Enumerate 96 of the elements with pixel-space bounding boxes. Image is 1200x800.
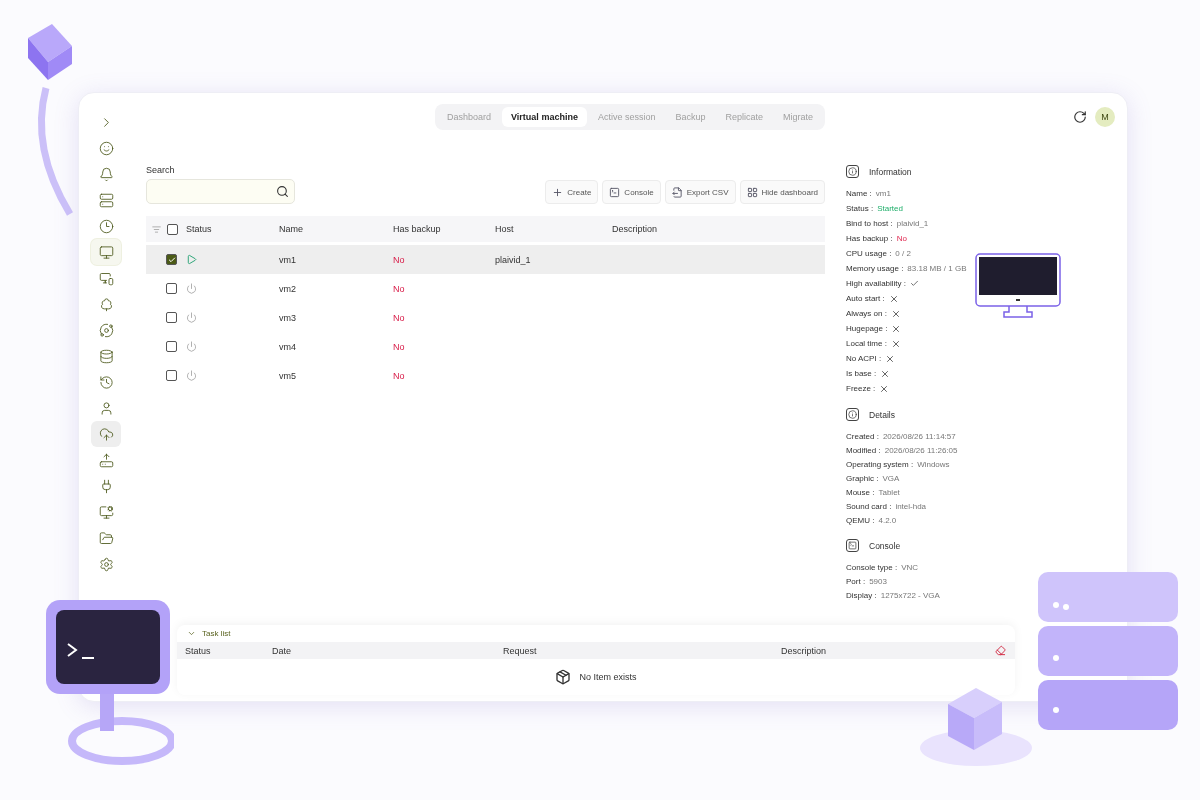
table-cell-text: vm1: [279, 254, 297, 265]
table-cell-text: No: [393, 312, 406, 323]
table-cell-text: No: [393, 283, 406, 294]
info-field: Sound card : intel-hda: [846, 499, 1127, 513]
info-field: Auto start :: [846, 291, 1127, 306]
tab[interactable]: Virtual machine: [502, 107, 587, 127]
column-header: Status: [185, 645, 212, 656]
info-field: Operating system : Windows: [846, 457, 1127, 471]
cloud-upload-icon: [98, 426, 114, 442]
smile-icon: [98, 140, 114, 156]
section-title: Console: [869, 540, 901, 551]
column-header: Status: [186, 224, 213, 234]
column-header: Date: [272, 645, 292, 656]
info-field: Always on :: [846, 306, 1127, 321]
info-field: Created : 2026/08/26 11:14:57: [846, 429, 1127, 443]
info-field: Name : vm1: [846, 186, 1127, 201]
check-icon: [167, 255, 176, 264]
history-icon: [98, 374, 114, 390]
table-row[interactable]: vm1 No plaivid_1: [146, 245, 825, 274]
create-button[interactable]: Create: [545, 180, 599, 204]
row-checkbox[interactable]: [166, 283, 177, 294]
select-all-checkbox[interactable]: [167, 223, 178, 235]
sidebar-item[interactable]: [91, 239, 121, 265]
table-cell-text: vm5: [279, 370, 297, 381]
bell-icon: [98, 166, 114, 182]
info-field: Display : 1275x722 - VGA: [846, 588, 1127, 602]
column-header: Name: [279, 224, 304, 234]
settings-icon: [98, 556, 114, 572]
info-field: Status : Started: [846, 201, 1127, 216]
info-icon: [846, 408, 859, 421]
table-cell-text: plaivid_1: [495, 254, 532, 265]
search-field[interactable]: [146, 179, 295, 204]
orbit-icon: [98, 322, 114, 338]
file-export-icon: [671, 186, 683, 198]
table-cell-text: vm2: [279, 283, 297, 294]
info-field: No ACPI :: [846, 351, 1127, 366]
sort-icon[interactable]: [152, 224, 161, 234]
info-icon: [846, 165, 859, 178]
info-field: Mouse : Tablet: [846, 485, 1127, 499]
empty-box-icon: [555, 669, 572, 685]
info-field: QEMU : 4.2.0: [846, 513, 1127, 527]
column-header: Has backup: [393, 224, 442, 234]
row-checkbox[interactable]: [166, 312, 177, 323]
info-field: Is base :: [846, 366, 1127, 381]
tree-icon: [98, 296, 114, 312]
drive-icon: [98, 452, 114, 468]
server-icon: [98, 192, 114, 208]
export-csv-button[interactable]: Export CSV: [664, 180, 736, 204]
info-field: Has backup : No: [846, 231, 1127, 246]
console-icon: [846, 539, 859, 552]
table-cell-text: No: [393, 254, 406, 265]
section-title: Information: [869, 166, 912, 177]
section-title: Details: [869, 409, 895, 420]
folder-icon: [98, 530, 114, 546]
clear-icon[interactable]: [995, 645, 1006, 656]
sidebar-item[interactable]: [91, 421, 121, 447]
row-checkbox[interactable]: [166, 254, 177, 265]
task-list-toggle[interactable]: Task list: [177, 625, 241, 642]
row-checkbox[interactable]: [166, 370, 177, 381]
info-field: Hugepage :: [846, 321, 1127, 336]
column-header: Description: [781, 645, 828, 656]
search-icon: [276, 185, 289, 198]
table-cell-text: vm4: [279, 341, 297, 352]
hide-dashboard-button[interactable]: Hide dashboard: [739, 180, 825, 204]
table-cell-text: vm3: [279, 312, 297, 323]
empty-message: No Item exists: [579, 672, 637, 682]
devices-icon: [98, 270, 114, 286]
table-cell-text: No: [393, 370, 406, 381]
monitor-settings-icon: [98, 504, 114, 520]
info-field: Modified : 2026/08/26 11:26:05: [846, 443, 1127, 457]
column-header: Request: [503, 645, 538, 656]
info-field: Console type : VNC: [846, 560, 1127, 574]
table-cell-text: No: [393, 341, 406, 352]
info-field: CPU usage : 0 / 2: [846, 246, 1127, 261]
refresh-icon[interactable]: [1073, 110, 1087, 124]
row-checkbox[interactable]: [166, 341, 177, 352]
column-header: Description: [612, 224, 659, 234]
info-field: Port : 5903: [846, 574, 1127, 588]
user-icon: [98, 400, 114, 416]
console-button[interactable]: Console: [602, 180, 661, 204]
plus-icon: [552, 186, 564, 198]
chevron-icon: [187, 629, 196, 638]
grid-icon: [746, 186, 758, 198]
search-label: Search: [146, 165, 175, 175]
info-field: Local time :: [846, 336, 1127, 351]
info-field: Graphic : VGA: [846, 471, 1127, 485]
terminal-icon: [609, 186, 621, 198]
monitor-icon: [98, 244, 114, 260]
info-field: Memory usage : 83.18 MB / 1 GB: [846, 261, 1127, 276]
info-field: High availability :: [846, 276, 1127, 291]
column-header: Host: [495, 224, 515, 234]
user-avatar[interactable]: M: [1095, 107, 1115, 127]
clock-icon: [98, 218, 114, 234]
info-field: Bind to host : plaivid_1: [846, 216, 1127, 231]
info-field: Freeze :: [846, 381, 1127, 396]
database-icon: [98, 348, 114, 364]
